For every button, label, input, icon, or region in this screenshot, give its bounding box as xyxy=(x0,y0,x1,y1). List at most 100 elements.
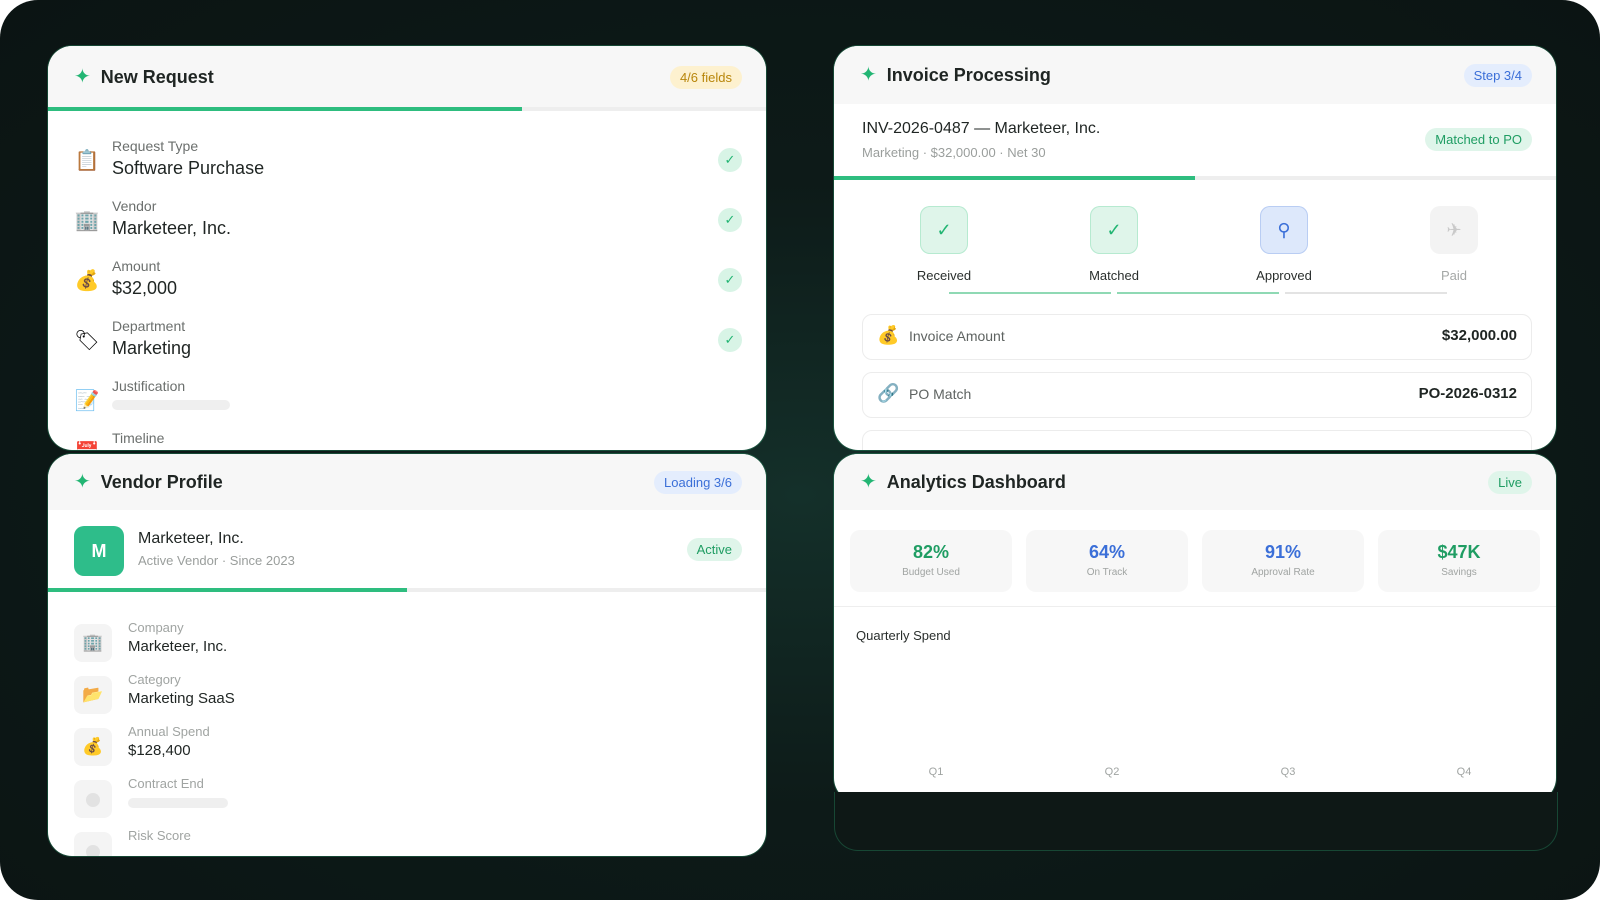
building-icon: 🏢 xyxy=(74,624,112,662)
card-header: ✦ Invoice Processing Step 3/4 xyxy=(834,46,1556,104)
tag-icon: 🏷 xyxy=(74,330,100,352)
link-icon: 🔗 xyxy=(877,383,900,403)
kpi-label: Savings xyxy=(1441,567,1477,578)
quarter-label: Q3 xyxy=(1280,766,1296,778)
field-label: Category xyxy=(128,672,181,687)
quarter-label: Q4 xyxy=(1456,766,1472,778)
step-label: Paid xyxy=(1440,268,1468,283)
airplane-icon: ✈ xyxy=(1430,206,1478,254)
detail-value: $32,000.00 xyxy=(1441,327,1517,344)
progress-fill xyxy=(48,107,522,111)
invoice-processing-card: ✦ Invoice Processing Step 3/4 INV-2026-0… xyxy=(834,46,1556,450)
card-title: Invoice Processing xyxy=(886,64,1051,85)
kpi-savings: $47K Savings xyxy=(1378,530,1540,592)
calendar-icon: 📅 xyxy=(74,440,100,450)
invoice-subtitle: Marketing · $32,000.00 · Net 30 xyxy=(862,145,1046,160)
field-annual-spend: 💰 Annual Spend $128,400 xyxy=(74,724,742,772)
progress-bar xyxy=(48,588,766,592)
field-value: Marketing SaaS xyxy=(128,690,235,707)
kpi-value: 82% xyxy=(912,542,950,562)
field-label: Annual Spend xyxy=(128,724,210,739)
step-label: Matched xyxy=(1089,268,1139,283)
field-justification[interactable]: 📝 Justification xyxy=(74,378,742,430)
sparkle-icon: ✦ xyxy=(860,471,877,493)
avatar: M xyxy=(74,526,124,576)
card-header: ✦ Vendor Profile Loading 3/6 xyxy=(48,454,766,510)
check-icon: ✓ xyxy=(1090,206,1138,254)
kpi-label: Budget Used xyxy=(902,567,960,578)
step-approved[interactable]: ⚲ Approved xyxy=(1234,206,1334,283)
field-value: Marketeer, Inc. xyxy=(112,218,232,238)
field-timeline[interactable]: 📅 Timeline xyxy=(74,430,742,450)
vendor-profile-card: ✦ Vendor Profile Loading 3/6 M Marketeer… xyxy=(48,454,766,856)
chart-title: Quarterly Spend xyxy=(856,628,951,643)
kpi-value: $47K xyxy=(1437,542,1481,562)
progress-bar xyxy=(834,176,1556,180)
money-bag-icon: 💰 xyxy=(74,728,112,766)
money-bag-icon: 💰 xyxy=(74,270,100,292)
field-vendor[interactable]: 🏢 Vendor Marketeer, Inc. ✓ xyxy=(74,198,742,250)
search-icon: ⚲ xyxy=(1260,206,1308,254)
step-badge: Step 3/4 xyxy=(1463,63,1532,87)
progress-fill xyxy=(48,588,407,592)
field-label: Contract End xyxy=(128,776,204,791)
memo-icon: 📝 xyxy=(74,390,100,412)
step-paid[interactable]: ✈ Paid xyxy=(1404,206,1504,283)
field-label: Vendor xyxy=(112,198,157,214)
kpi-approval-rate: 91% Approval Rate xyxy=(1202,530,1364,592)
new-request-card: ✦ New Request 4/6 fields 📋 Request Type … xyxy=(48,46,766,450)
sparkle-icon: ✦ xyxy=(860,64,877,86)
clipboard-icon: 📋 xyxy=(74,150,100,172)
field-category: 📂 Category Marketing SaaS xyxy=(74,672,742,720)
field-risk-score: Risk Score xyxy=(74,828,742,856)
sparkle-icon: ✦ xyxy=(74,66,91,88)
invoice-amount-row: 💰 Invoice Amount $32,000.00 xyxy=(862,314,1532,360)
field-label: Risk Score xyxy=(128,828,191,843)
field-request-type[interactable]: 📋 Request Type Software Purchase ✓ xyxy=(74,138,742,190)
vendor-subtitle: Active Vendor · Since 2023 xyxy=(138,553,295,568)
progress-bar xyxy=(48,107,766,111)
step-label: Approved xyxy=(1256,268,1312,283)
field-label: Company xyxy=(128,620,184,635)
field-company: 🏢 Company Marketeer, Inc. xyxy=(74,620,742,668)
card-header: ✦ Analytics Dashboard Live xyxy=(834,454,1556,510)
step-matched[interactable]: ✓ Matched xyxy=(1064,206,1164,283)
detail-row-partial xyxy=(862,430,1532,450)
sparkle-icon: ✦ xyxy=(74,471,91,493)
field-label: Timeline xyxy=(112,430,165,446)
quarter-label: Q2 xyxy=(1104,766,1120,778)
field-label: Department xyxy=(112,318,186,334)
field-amount[interactable]: 💰 Amount $32,000 ✓ xyxy=(74,258,742,310)
progress-fill xyxy=(834,176,1195,180)
step-label: Received xyxy=(916,268,972,283)
folder-icon: 📂 xyxy=(74,676,112,714)
detail-label: Invoice Amount xyxy=(909,328,1005,344)
field-value: $128,400 xyxy=(128,742,191,759)
card-title: Analytics Dashboard xyxy=(886,471,1066,492)
kpi-on-track: 64% On Track xyxy=(1026,530,1188,592)
field-value: Software Purchase xyxy=(112,158,265,178)
fields-badge: 4/6 fields xyxy=(669,65,742,89)
check-icon: ✓ xyxy=(718,148,742,172)
po-match-row: 🔗 PO Match PO-2026-0312 xyxy=(862,372,1532,418)
card-header: ✦ New Request 4/6 fields xyxy=(48,46,766,108)
kpi-value: 64% xyxy=(1088,542,1126,562)
field-label: Justification xyxy=(112,378,186,394)
field-department[interactable]: 🏷 Department Marketing ✓ xyxy=(74,318,742,370)
check-icon: ✓ xyxy=(718,328,742,352)
loading-badge: Loading 3/6 xyxy=(654,470,742,494)
app-frame: ✦ New Request 4/6 fields 📋 Request Type … xyxy=(0,0,1600,900)
check-icon: ✓ xyxy=(920,206,968,254)
card-title: New Request xyxy=(100,66,214,87)
step-received[interactable]: ✓ Received xyxy=(894,206,994,283)
field-label: Amount xyxy=(112,258,161,274)
step-connector xyxy=(949,292,1111,294)
background-panel xyxy=(834,792,1558,851)
step-connector xyxy=(1285,292,1447,294)
step-connector xyxy=(1117,292,1279,294)
invoice-title: INV-2026-0487 — Marketeer, Inc. xyxy=(862,120,1101,137)
loading-dot-icon xyxy=(74,832,112,856)
loading-placeholder xyxy=(128,798,228,808)
live-badge: Live xyxy=(1488,470,1532,494)
divider xyxy=(834,606,1556,607)
